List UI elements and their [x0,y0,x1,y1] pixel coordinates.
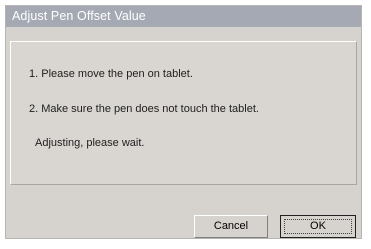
instruction-step-1: 1. Please move the pen on tablet. [29,68,193,80]
cancel-button[interactable]: Cancel [194,215,268,238]
instruction-step-2: 2. Make sure the pen does not touch the … [29,103,259,115]
dialog-title[interactable]: Adjust Pen Offset Value [6,6,361,27]
ok-button-label: OK [284,219,352,234]
ok-button[interactable]: OK [280,215,356,238]
instructions-panel: 1. Please move the pen on tablet. 2. Mak… [10,41,357,185]
adjust-pen-offset-dialog: Adjust Pen Offset Value 1. Please move t… [5,5,362,239]
adjusting-status-text: Adjusting, please wait. [35,137,145,149]
